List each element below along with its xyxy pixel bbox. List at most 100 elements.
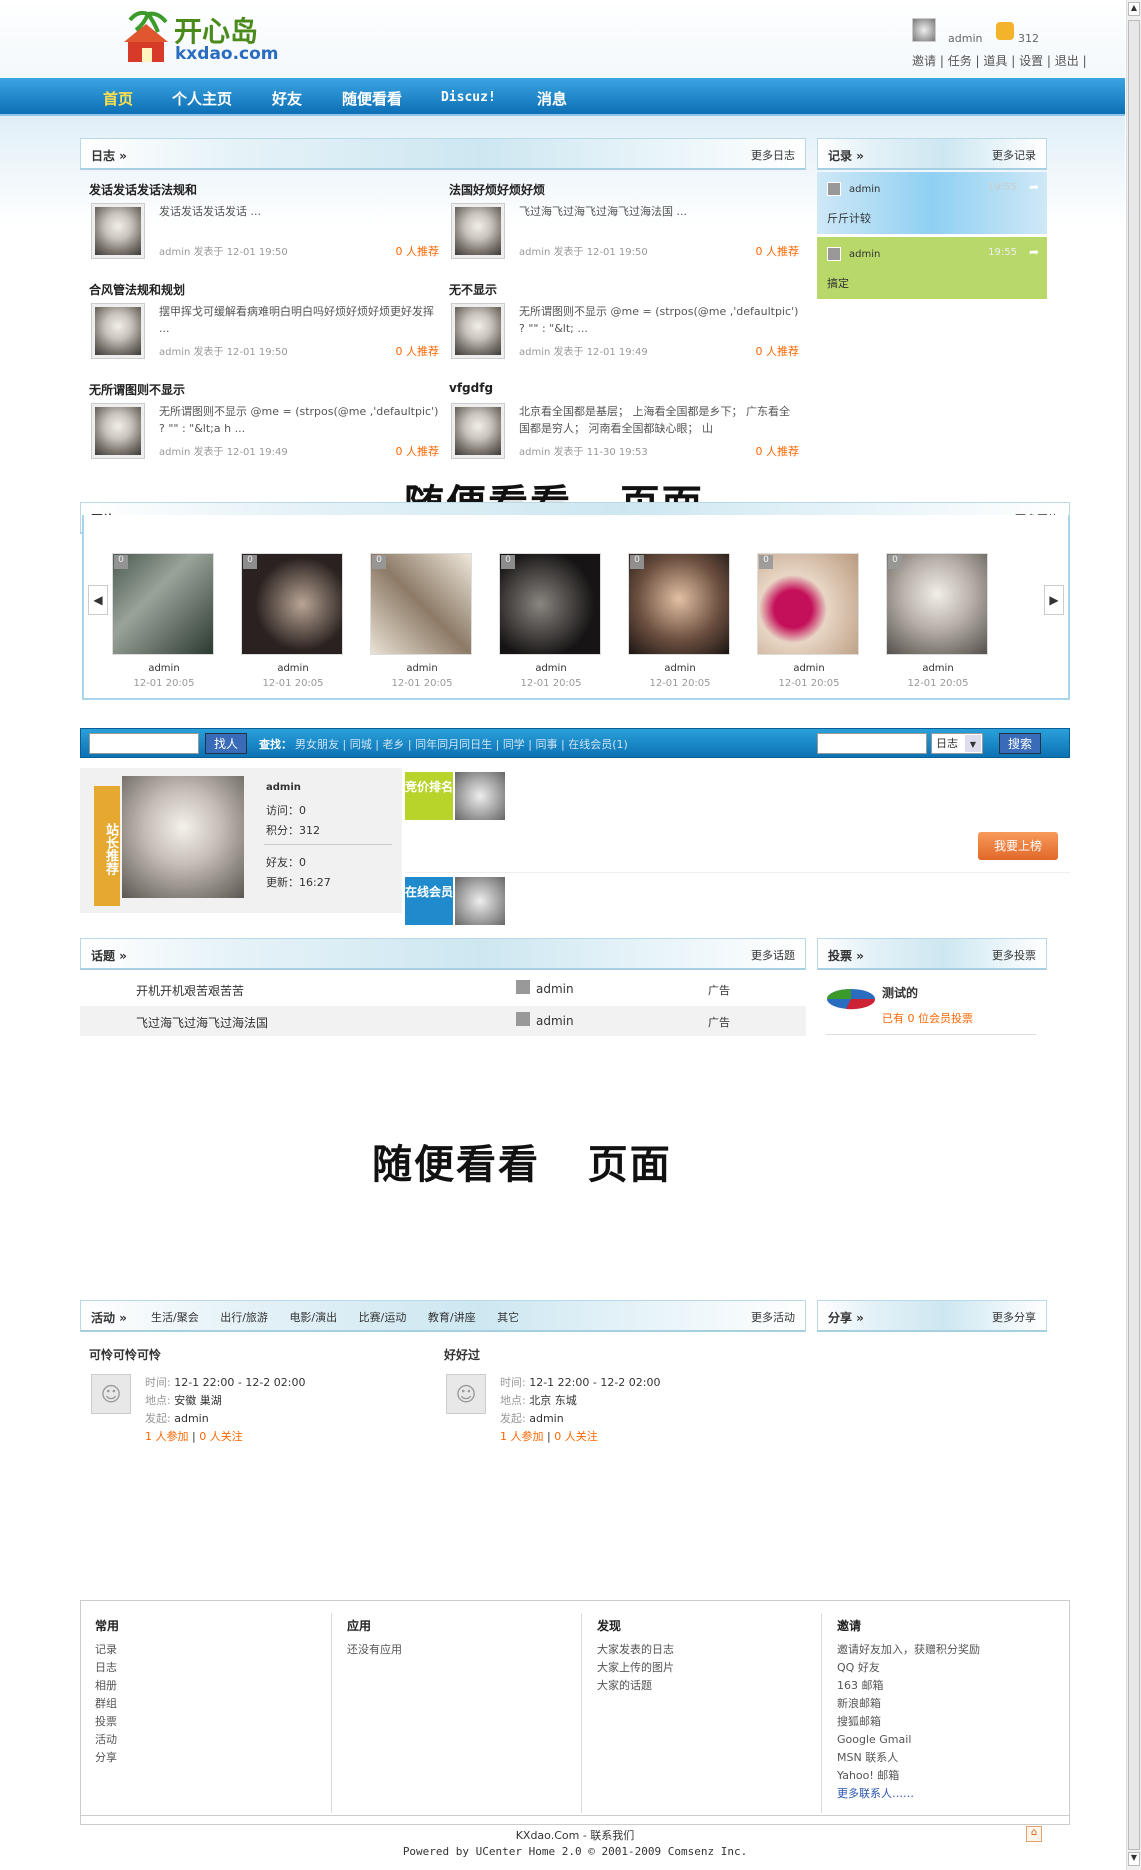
- photo-item[interactable]: 0 admin 12-01 20:05: [886, 553, 990, 689]
- record-item[interactable]: admin 19:55 ➦ 搞定: [817, 237, 1047, 299]
- event-host[interactable]: admin: [174, 1412, 208, 1425]
- blog-more-link[interactable]: 更多日志: [751, 147, 795, 163]
- footer-link[interactable]: 搜狐邮箱: [837, 1713, 1087, 1731]
- thread-forum[interactable]: 广告: [708, 982, 730, 998]
- event-host[interactable]: admin: [529, 1412, 563, 1425]
- recommend-photo[interactable]: [122, 776, 244, 898]
- footer-link[interactable]: QQ 好友: [837, 1659, 1087, 1677]
- record-user[interactable]: admin: [849, 249, 880, 260]
- quick-link[interactable]: 同年同月同日生: [415, 738, 492, 751]
- back-to-top-icon[interactable]: ⌂: [1026, 1826, 1042, 1842]
- prev-arrow-icon[interactable]: ◀: [88, 585, 108, 615]
- photo-item[interactable]: 0 admin 12-01 20:05: [628, 553, 732, 689]
- quick-link[interactable]: 同学: [503, 738, 525, 751]
- thread-title[interactable]: 飞过海飞过海飞过海法国: [136, 1014, 268, 1031]
- vertical-scrollbar[interactable]: ▲ ▼: [1126, 0, 1141, 1870]
- photo-author[interactable]: admin: [370, 663, 474, 674]
- share-arrow-icon[interactable]: ➦: [1029, 245, 1039, 259]
- table-row[interactable]: 开机开机艰苦艰苦苦 admin 广告: [80, 974, 806, 1006]
- footer-link[interactable]: MSN 联系人: [837, 1749, 1087, 1767]
- scroll-down-icon[interactable]: ▼: [1128, 1852, 1140, 1866]
- scroll-thumb[interactable]: [1128, 20, 1140, 1850]
- threads-more-link[interactable]: 更多话题: [751, 947, 795, 963]
- footer-link[interactable]: Yahoo! 邮箱: [837, 1767, 1087, 1785]
- quick-link[interactable]: 男女朋友: [295, 738, 339, 751]
- search-button[interactable]: 搜索: [999, 733, 1041, 754]
- blog-avatar[interactable]: [451, 303, 505, 359]
- thread-title[interactable]: 开机开机艰苦艰苦苦: [136, 982, 244, 999]
- poll-name[interactable]: 测试的: [882, 984, 918, 1001]
- record-user[interactable]: admin: [849, 184, 880, 195]
- avatar[interactable]: [912, 18, 936, 42]
- tab-other[interactable]: 其它: [497, 1311, 519, 1324]
- footer-link[interactable]: 投票: [95, 1713, 345, 1731]
- footer-link[interactable]: 记录: [95, 1641, 345, 1659]
- photo-item[interactable]: 0 admin 12-01 20:05: [757, 553, 861, 689]
- quick-link[interactable]: 同城: [350, 738, 372, 751]
- blog-avatar[interactable]: [451, 203, 505, 259]
- share-more-link[interactable]: 更多分享: [992, 1309, 1036, 1325]
- thread-user[interactable]: admin: [536, 982, 574, 996]
- footer-link[interactable]: 163 邮箱: [837, 1677, 1087, 1695]
- tab-education[interactable]: 教育/讲座: [428, 1311, 476, 1324]
- footer-link[interactable]: 新浪邮箱: [837, 1695, 1087, 1713]
- photo-author[interactable]: admin: [241, 663, 345, 674]
- event-title[interactable]: 可怜可怜可怜: [89, 1346, 439, 1363]
- site-logo[interactable]: 开心岛 kxdao.com: [118, 8, 279, 66]
- blog-avatar[interactable]: [91, 203, 145, 259]
- find-people-input[interactable]: [89, 733, 199, 754]
- record-more-link[interactable]: 更多记录: [992, 147, 1036, 163]
- events-more-link[interactable]: 更多活动: [751, 1309, 795, 1325]
- blog-item-title[interactable]: 无不显示: [449, 281, 497, 298]
- tab-travel[interactable]: 出行/旅游: [220, 1311, 268, 1324]
- event-follow[interactable]: 0 人关注: [554, 1430, 598, 1443]
- blog-avatar[interactable]: [91, 303, 145, 359]
- blog-recommend[interactable]: 0 人推荐: [396, 243, 440, 259]
- footer-link[interactable]: 活动: [95, 1731, 345, 1749]
- tab-movie[interactable]: 电影/演出: [289, 1311, 337, 1324]
- bid-rank-avatar[interactable]: [455, 772, 505, 820]
- logout-link[interactable]: 退出: [1055, 54, 1079, 68]
- photo-item[interactable]: 0 admin 12-01 20:05: [112, 553, 216, 689]
- settings-link[interactable]: 设置: [1019, 54, 1043, 68]
- blog-recommend[interactable]: 0 人推荐: [396, 343, 440, 359]
- blog-item-title[interactable]: 法国好烦好烦好烦: [449, 181, 545, 198]
- photo-author[interactable]: admin: [757, 663, 861, 674]
- thread-user[interactable]: admin: [536, 1014, 574, 1028]
- photo-author[interactable]: admin: [499, 663, 603, 674]
- blog-item-title[interactable]: 合风管法规和规划: [89, 281, 185, 298]
- quick-link[interactable]: 老乡: [382, 738, 404, 751]
- event-title[interactable]: 好好过: [444, 1346, 794, 1363]
- more-contacts-link[interactable]: 更多联系人……: [837, 1785, 1087, 1803]
- footer-link[interactable]: 大家上传的图片: [597, 1659, 847, 1677]
- photo-item[interactable]: 0 admin 12-01 20:05: [241, 553, 345, 689]
- table-row[interactable]: 飞过海飞过海飞过海法国 admin 广告: [80, 1006, 806, 1036]
- online-avatar[interactable]: [455, 877, 505, 925]
- scroll-up-icon[interactable]: ▲: [1128, 2, 1140, 16]
- blog-recommend[interactable]: 0 人推荐: [756, 443, 800, 459]
- footer-link[interactable]: Google Gmail: [837, 1731, 1087, 1749]
- site-search-input[interactable]: [817, 733, 927, 754]
- footer-link[interactable]: 分享: [95, 1749, 345, 1767]
- thread-forum[interactable]: 广告: [708, 1014, 730, 1030]
- blog-item-title[interactable]: 发话发话发话法规和: [89, 181, 197, 198]
- blog-recommend[interactable]: 0 人推荐: [756, 243, 800, 259]
- blog-recommend[interactable]: 0 人推荐: [396, 443, 440, 459]
- search-type-select[interactable]: 日志 ▼: [931, 733, 983, 754]
- task-link[interactable]: 任务: [948, 54, 972, 68]
- bid-button[interactable]: 我要上榜: [978, 832, 1058, 860]
- event-join[interactable]: 1 人参加: [500, 1430, 544, 1443]
- blog-recommend[interactable]: 0 人推荐: [756, 343, 800, 359]
- nav-messages[interactable]: 消息: [537, 88, 567, 109]
- nav-discuz[interactable]: Discuz!: [441, 90, 496, 105]
- blog-item-title[interactable]: vfgdfg: [449, 381, 493, 395]
- invite-link[interactable]: 邀请: [912, 54, 936, 68]
- next-arrow-icon[interactable]: ▶: [1044, 585, 1064, 615]
- photo-author[interactable]: admin: [112, 663, 216, 674]
- photo-author[interactable]: admin: [886, 663, 990, 674]
- recommend-username[interactable]: admin: [266, 782, 301, 793]
- tools-link[interactable]: 道具: [983, 54, 1007, 68]
- footer-link[interactable]: 相册: [95, 1677, 345, 1695]
- nav-browse[interactable]: 随便看看: [342, 88, 402, 109]
- record-item[interactable]: admin 19:55 ➦ 斤斤计较: [817, 172, 1047, 234]
